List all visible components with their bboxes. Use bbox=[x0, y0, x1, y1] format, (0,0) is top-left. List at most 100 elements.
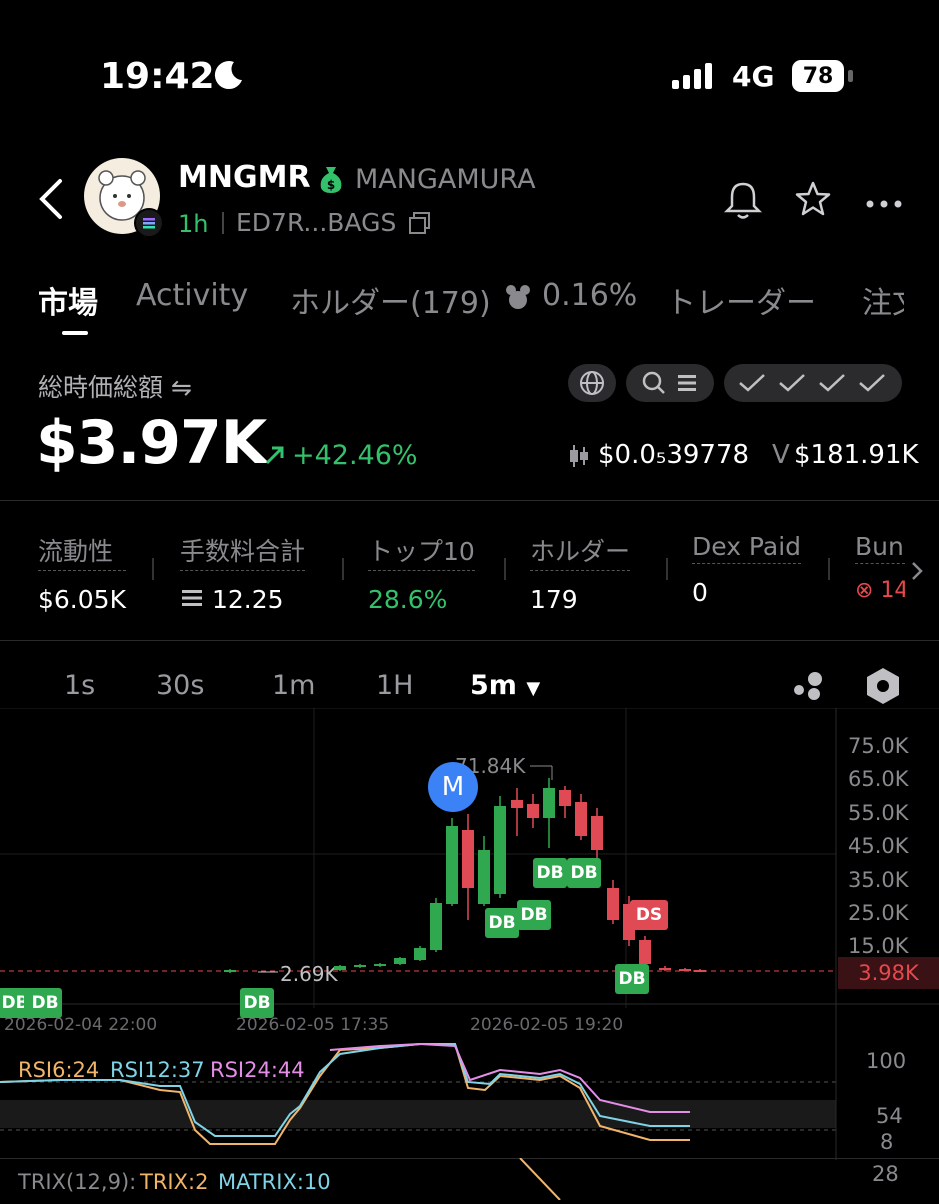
y-tick: 15.0K bbox=[848, 934, 909, 958]
battery-level: 78 bbox=[802, 63, 834, 89]
token-address[interactable]: ED7R...BAGS bbox=[236, 208, 396, 237]
more-icon[interactable] bbox=[866, 194, 902, 213]
tab-active-indicator bbox=[62, 331, 88, 335]
candlestick-chart-svg: 71.84K 2.69K 2026-02-04 22:00 2026-02-05… bbox=[0, 707, 939, 1050]
badge-db[interactable]: DB bbox=[485, 908, 519, 938]
candle-body bbox=[559, 790, 571, 806]
candle-body bbox=[679, 969, 691, 971]
stat-liquidity: 流動性 $6.05K bbox=[38, 532, 126, 614]
stats-next-icon[interactable] bbox=[910, 560, 924, 586]
star-icon[interactable] bbox=[794, 180, 832, 222]
search-solana-button[interactable] bbox=[626, 364, 714, 402]
y-tick: 25.0K bbox=[848, 901, 909, 925]
y-tick: 55.0K bbox=[848, 801, 909, 825]
rsi-label-12: RSI12:37 bbox=[110, 1058, 205, 1082]
network-label: 4G bbox=[732, 60, 775, 93]
candle-body bbox=[607, 888, 619, 920]
stat-total-fees: 手数料合計 12.25 bbox=[180, 532, 306, 614]
x-label-3: 2026-02-05 19:20 bbox=[470, 1015, 623, 1035]
badge-ds[interactable]: DS bbox=[630, 900, 668, 930]
rsi-label-24: RSI24:44 bbox=[210, 1058, 305, 1082]
back-button[interactable] bbox=[36, 178, 66, 224]
token-symbol: MNGMR bbox=[178, 160, 311, 195]
badge-db[interactable]: DB bbox=[240, 988, 274, 1018]
trix-tick: 28 bbox=[872, 1162, 899, 1186]
candle-body bbox=[659, 968, 671, 970]
signal-icon bbox=[672, 62, 720, 94]
token-age: 1h bbox=[178, 210, 209, 238]
tab-insider-pct[interactable]: 0.16% bbox=[542, 278, 637, 313]
close-circle-icon: ⊗ bbox=[855, 578, 874, 603]
search-icon bbox=[642, 371, 665, 394]
bell-icon[interactable] bbox=[723, 180, 763, 224]
price-chart[interactable]: 71.84K 2.69K 2026-02-04 22:00 2026-02-05… bbox=[0, 707, 939, 1050]
timeframe-1h[interactable]: 1H bbox=[376, 670, 413, 701]
stat-top10: トップ10 28.6% bbox=[368, 532, 475, 614]
candle-body bbox=[430, 903, 442, 950]
candle-body bbox=[591, 816, 603, 850]
rsi-tick: 8 bbox=[880, 1130, 894, 1154]
settings-hex-icon[interactable] bbox=[864, 666, 902, 710]
candle-icon bbox=[568, 444, 590, 472]
indicator-dots-icon[interactable] bbox=[790, 670, 826, 706]
volume-prefix: V bbox=[772, 440, 790, 470]
website-button[interactable] bbox=[568, 364, 616, 402]
solana-icon bbox=[182, 590, 202, 606]
rsi-label-6: RSI6:24 bbox=[18, 1058, 100, 1082]
badge-db[interactable]: DB bbox=[517, 900, 551, 930]
caret-down-icon: ▼ bbox=[526, 678, 541, 699]
marker-m[interactable]: M bbox=[428, 762, 478, 812]
candle-body bbox=[354, 965, 366, 967]
candle-body bbox=[639, 940, 651, 964]
market-cap-label: 総時価総額 ⇋ bbox=[38, 373, 192, 402]
tab-activity[interactable]: Activity bbox=[136, 278, 248, 313]
x-label-2: 2026-02-05 17:35 bbox=[236, 1015, 389, 1035]
market-cap-change: +42.46% bbox=[292, 440, 418, 471]
audit-checks bbox=[724, 364, 902, 402]
candle-body bbox=[511, 800, 523, 808]
timeframe-5m[interactable]: 5m ▼ bbox=[470, 670, 540, 701]
y-tick: 65.0K bbox=[848, 767, 909, 791]
trend-up-icon bbox=[264, 444, 286, 470]
badge-db[interactable]: DB bbox=[615, 964, 649, 994]
candle-body bbox=[694, 970, 706, 972]
candle-body bbox=[527, 804, 539, 818]
copy-icon[interactable] bbox=[408, 211, 432, 239]
timeframe-1s[interactable]: 1s bbox=[64, 670, 95, 701]
chart-low-label: 2.69K bbox=[280, 962, 339, 986]
candle-body bbox=[374, 964, 386, 966]
candle-body bbox=[494, 806, 506, 894]
timeframe-30s[interactable]: 30s bbox=[156, 670, 204, 701]
rsi-tick: 54 bbox=[876, 1104, 903, 1128]
candle-body bbox=[446, 826, 458, 904]
candle-body bbox=[414, 948, 426, 960]
volume-value: $181.91K bbox=[794, 440, 919, 470]
badge-db[interactable]: DB bbox=[28, 988, 62, 1018]
status-time: 19:42 bbox=[100, 56, 215, 97]
y-tick: 35.0K bbox=[848, 868, 909, 892]
x-label-1: 2026-02-04 22:00 bbox=[4, 1015, 157, 1035]
token-name: MANGAMURA bbox=[355, 164, 536, 195]
tab-traders[interactable]: トレーダー bbox=[666, 278, 816, 322]
badge-db[interactable]: DB bbox=[533, 858, 567, 888]
tab-market[interactable]: 市場 bbox=[38, 278, 98, 322]
svg-text:$: $ bbox=[327, 178, 335, 192]
swap-icon[interactable]: ⇋ bbox=[171, 373, 192, 402]
token-price: $0.0₅39778 bbox=[598, 440, 750, 470]
tab-holders[interactable]: ホルダー(179) bbox=[290, 278, 491, 322]
candle-body bbox=[394, 958, 406, 964]
trix-value: TRIX:2 bbox=[140, 1170, 209, 1194]
badge-db[interactable]: DB bbox=[567, 858, 601, 888]
timeframe-1m[interactable]: 1m bbox=[272, 670, 315, 701]
candle-body bbox=[334, 966, 346, 970]
stat-bundle: Bun ⊗ 14 bbox=[855, 532, 905, 603]
rat-icon bbox=[502, 282, 534, 318]
y-tick: 75.0K bbox=[848, 734, 909, 758]
rsi-tick: 100 bbox=[866, 1049, 907, 1073]
candle-body bbox=[224, 970, 236, 972]
current-price-tag: 3.98K bbox=[838, 957, 939, 989]
candle-body bbox=[462, 830, 474, 888]
tab-orders[interactable]: 注文 bbox=[862, 278, 904, 322]
trix-label: TRIX(12,9): bbox=[18, 1170, 137, 1194]
market-cap-value: $3.97K bbox=[36, 408, 267, 478]
